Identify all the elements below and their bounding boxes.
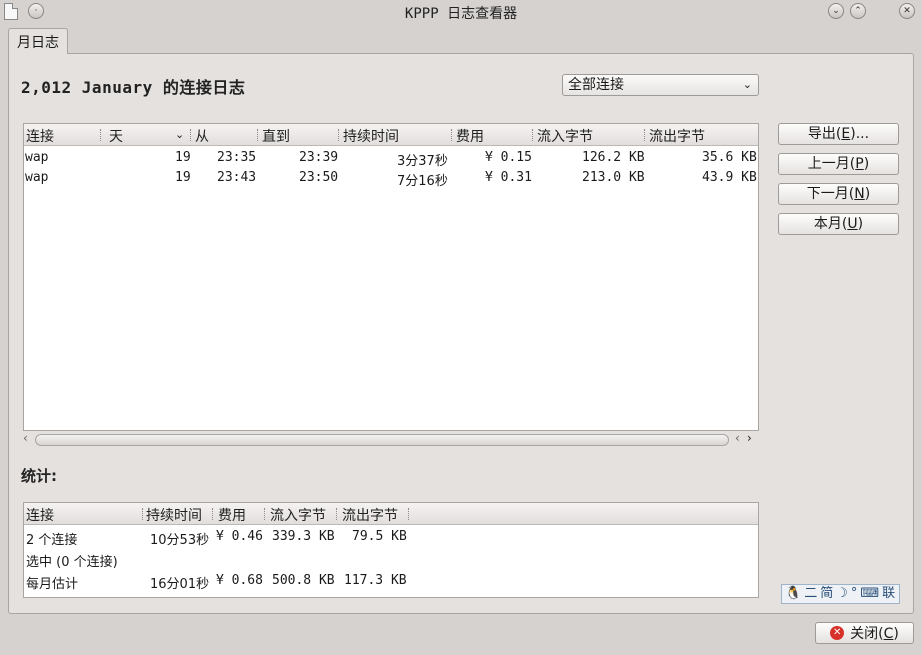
scrollbar-thumb[interactable] bbox=[35, 434, 729, 446]
penguin-icon[interactable]: 🐧 bbox=[785, 585, 801, 603]
cell-bytes-out: 35.6 KB bbox=[702, 150, 757, 165]
stats-cell-duration: 16分01秒 bbox=[150, 577, 210, 592]
table-row[interactable]: wap 19 23:43 23:50 7分16秒 ¥ 0.31 213.0 KB… bbox=[24, 168, 758, 189]
stats-table-header: 连接 持续时间 费用 流入字节 流出字节 bbox=[24, 503, 758, 525]
column-header-bytes-in[interactable]: 流入字节 bbox=[537, 126, 593, 146]
tab-monthly-log[interactable]: 月日志 bbox=[8, 28, 68, 54]
stats-cell-cost: ¥ 0.68 bbox=[216, 573, 263, 588]
stats-row[interactable]: 每月估计 16分01秒 ¥ 0.68 500.8 KB 117.3 KB bbox=[24, 571, 758, 593]
stats-header-connection[interactable]: 连接 bbox=[26, 505, 54, 525]
next-month-button[interactable]: 下一月(N) bbox=[778, 183, 899, 205]
ime-tray[interactable]: 🐧 二 简 ☽ ° ⌨ 联 bbox=[781, 584, 900, 604]
log-table-header: 连接 天 ⌄ 从 直到 持续时间 费用 流入字节 流出字节 bbox=[24, 124, 758, 146]
stats-cell-bytes-out: 117.3 KB bbox=[344, 573, 407, 588]
stats-header-duration[interactable]: 持续时间 bbox=[146, 505, 202, 525]
window-title: KPPP 日志查看器 bbox=[404, 6, 518, 22]
stats-cell-connection: 2 个连接 bbox=[26, 533, 78, 548]
filter-selected-value: 全部连接 bbox=[568, 77, 624, 93]
punctuation-icon[interactable]: ° bbox=[851, 585, 858, 603]
stats-cell-duration: 10分53秒 bbox=[150, 533, 210, 548]
sort-chevron-icon: ⌄ bbox=[175, 128, 185, 141]
cell-duration: 3分37秒 bbox=[397, 154, 448, 169]
cell-bytes-out: 43.9 KB bbox=[702, 170, 757, 185]
column-header-from[interactable]: 从 bbox=[195, 126, 209, 146]
column-header-cost[interactable]: 费用 bbox=[456, 126, 484, 146]
stats-cell-cost: ¥ 0.46 bbox=[216, 529, 263, 544]
column-header-day[interactable]: 天 bbox=[109, 126, 123, 146]
scroll-left-icon[interactable]: ‹ bbox=[23, 431, 28, 445]
maximize-icon[interactable]: ⌃ bbox=[850, 3, 866, 19]
scroll-right-icon[interactable]: › bbox=[747, 431, 752, 445]
cell-from: 23:35 bbox=[217, 150, 257, 165]
tab-label: 月日志 bbox=[17, 34, 59, 51]
stats-cell-bytes-out: 79.5 KB bbox=[352, 529, 407, 544]
stats-header-bytes-in[interactable]: 流入字节 bbox=[270, 505, 326, 525]
cell-day: 19 bbox=[175, 170, 191, 185]
close-icon: ✕ bbox=[830, 626, 845, 640]
prev-month-button[interactable]: 上一月(P) bbox=[778, 153, 899, 175]
export-button[interactable]: 导出(E)... bbox=[778, 123, 899, 145]
title-bar: · KPPP 日志查看器 ⌄ ⌃ ✕ bbox=[0, 0, 922, 24]
stats-cell-bytes-in: 500.8 KB bbox=[272, 573, 335, 588]
page-title: 2,012 January 的连接日志 bbox=[21, 78, 246, 97]
cell-connection: wap bbox=[25, 170, 49, 185]
cell-bytes-in: 213.0 KB bbox=[582, 170, 645, 185]
cell-cost: ¥ 0.15 bbox=[485, 150, 532, 165]
table-row[interactable]: wap 19 23:35 23:39 3分37秒 ¥ 0.15 126.2 KB… bbox=[24, 148, 758, 169]
moon-icon[interactable]: ☽ bbox=[836, 585, 848, 603]
log-table[interactable]: 连接 天 ⌄ 从 直到 持续时间 费用 流入字节 流出字节 wap 19 23:… bbox=[23, 123, 759, 431]
cell-from: 23:43 bbox=[217, 170, 257, 185]
cell-to: 23:50 bbox=[299, 170, 339, 185]
stats-cell-connection: 选中 (0 个连接) bbox=[26, 555, 118, 570]
cell-bytes-in: 126.2 KB bbox=[582, 150, 645, 165]
stats-table[interactable]: 连接 持续时间 费用 流入字节 流出字节 2 个连接 10分53秒 ¥ 0.46… bbox=[23, 502, 759, 598]
stats-label: 统计: bbox=[21, 467, 57, 485]
ime-mode-label[interactable]: 二 bbox=[804, 585, 817, 603]
cell-duration: 7分16秒 bbox=[397, 174, 448, 189]
horizontal-scrollbar[interactable]: ‹ ‹ › bbox=[23, 431, 759, 447]
keyboard-icon[interactable]: ⌨ bbox=[860, 585, 879, 603]
close-icon[interactable]: ✕ bbox=[899, 3, 915, 19]
ime-association-label[interactable]: 联 bbox=[882, 585, 895, 603]
column-header-to[interactable]: 直到 bbox=[262, 126, 290, 146]
stats-row[interactable]: 选中 (0 个连接) bbox=[24, 549, 758, 571]
column-header-duration[interactable]: 持续时间 bbox=[343, 126, 399, 146]
cell-day: 19 bbox=[175, 150, 191, 165]
cell-connection: wap bbox=[25, 150, 49, 165]
stats-header-bytes-out[interactable]: 流出字节 bbox=[342, 505, 398, 525]
cell-cost: ¥ 0.31 bbox=[485, 170, 532, 185]
close-button[interactable]: ✕ 关闭(C) bbox=[815, 622, 914, 644]
chevron-down-icon: ⌄ bbox=[742, 78, 752, 91]
column-header-bytes-out[interactable]: 流出字节 bbox=[649, 126, 705, 146]
stats-cell-bytes-in: 339.3 KB bbox=[272, 529, 335, 544]
scroll-left-icon[interactable]: ‹ bbox=[735, 431, 740, 445]
this-month-button[interactable]: 本月(U) bbox=[778, 213, 899, 235]
minimize-icon[interactable]: ⌄ bbox=[828, 3, 844, 19]
connection-filter-select[interactable]: 全部连接 ⌄ bbox=[562, 74, 759, 96]
ime-simplified-label[interactable]: 简 bbox=[820, 585, 833, 603]
stats-cell-connection: 每月估计 bbox=[26, 577, 79, 592]
stats-row[interactable]: 2 个连接 10分53秒 ¥ 0.46 339.3 KB 79.5 KB bbox=[24, 527, 758, 549]
cell-to: 23:39 bbox=[299, 150, 339, 165]
stats-header-cost[interactable]: 费用 bbox=[218, 505, 246, 525]
column-header-connection[interactable]: 连接 bbox=[26, 126, 54, 146]
